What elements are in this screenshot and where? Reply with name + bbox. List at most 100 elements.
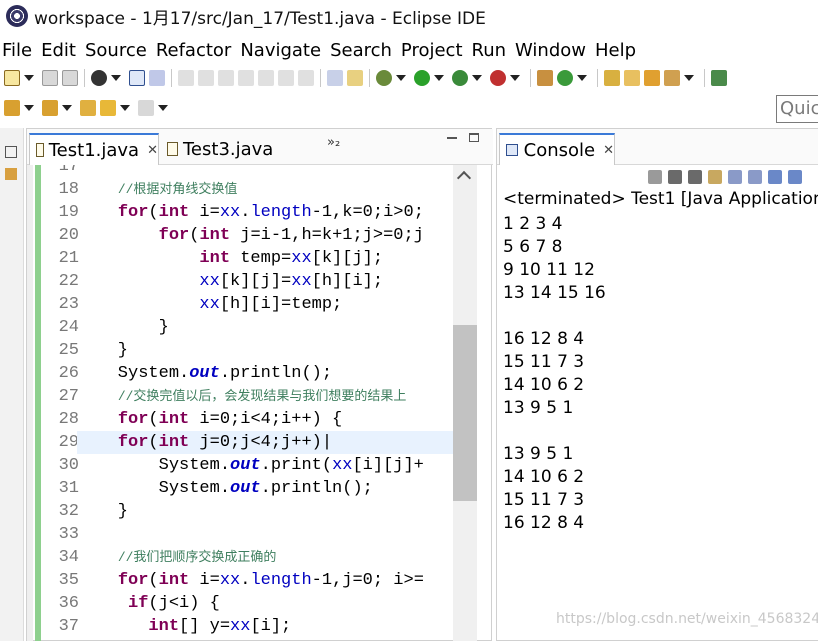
quick-access-input[interactable]: Quick Access xyxy=(776,95,818,123)
code-line[interactable]: System.out.println(); xyxy=(77,362,457,385)
code-line[interactable]: System.out.print(xx[i][j]+ xyxy=(77,454,457,477)
display-console-icon[interactable] xyxy=(788,170,802,184)
terminate-icon[interactable] xyxy=(218,70,234,86)
code-line[interactable]: for(int i=0;i<4;i++) { xyxy=(77,408,457,431)
code-line[interactable]: xx[k][j]=xx[h][i]; xyxy=(77,270,457,293)
tab-test1-java[interactable]: Test1.java ✕ xyxy=(29,133,159,165)
code-line[interactable]: for(int i=xx.length-1,j=0; i>= xyxy=(77,569,457,592)
code-line[interactable]: //我们把顺序交换成正确的 xyxy=(77,546,457,569)
code-line[interactable]: } xyxy=(77,500,457,523)
scroll-lock-icon[interactable] xyxy=(728,170,742,184)
next-annotation-icon[interactable] xyxy=(4,100,20,116)
skip-breakpoints-icon[interactable] xyxy=(149,70,165,86)
forward-dropdown-arrow[interactable] xyxy=(158,105,168,111)
menu-item-source[interactable]: Source xyxy=(83,40,154,61)
coverage-icon[interactable] xyxy=(452,70,468,86)
code-line[interactable]: if(j<i) { xyxy=(77,592,457,615)
previous-annotation-icon[interactable] xyxy=(42,100,58,116)
tab-test3-java[interactable]: Test3.java xyxy=(161,133,311,165)
clear-console-icon[interactable] xyxy=(708,170,722,184)
menu-item-file[interactable]: File xyxy=(0,40,39,61)
close-icon[interactable]: ✕ xyxy=(147,143,158,158)
terminate-icon[interactable] xyxy=(648,170,662,184)
restore-icon[interactable] xyxy=(5,146,17,158)
user-dropdown-arrow[interactable] xyxy=(111,75,121,81)
step-into-icon[interactable] xyxy=(258,70,274,86)
menu-item-project[interactable]: Project xyxy=(399,40,470,61)
new-dropdown-arrow[interactable] xyxy=(24,75,34,81)
new-icon[interactable] xyxy=(4,70,20,86)
menu-item-search[interactable]: Search xyxy=(328,40,399,61)
run-dropdown-arrow[interactable] xyxy=(434,75,444,81)
pin-console-icon[interactable] xyxy=(768,170,782,184)
debug-icon[interactable] xyxy=(376,70,392,86)
console-output[interactable]: 1 2 3 4 5 6 7 8 9 10 11 12 13 14 15 16 16 12… xyxy=(503,213,606,535)
user-icon[interactable] xyxy=(91,70,107,86)
search-dropdown-arrow[interactable] xyxy=(684,75,694,81)
coverage-dropdown-arrow[interactable] xyxy=(472,75,482,81)
code-line[interactable] xyxy=(77,165,457,178)
scrollbar-thumb[interactable] xyxy=(453,325,477,501)
code-line[interactable]: xx[h][i]=temp; xyxy=(77,293,457,316)
code-line[interactable]: System.out.println(); xyxy=(77,477,457,500)
code-line[interactable]: } xyxy=(77,339,457,362)
back-icon[interactable] xyxy=(100,100,116,116)
remove-all-terminated-icon[interactable] xyxy=(688,170,702,184)
code-line[interactable]: int[] y=xx[i]; xyxy=(77,615,457,638)
terminal-icon[interactable] xyxy=(129,70,145,86)
new-package-icon[interactable] xyxy=(537,70,553,86)
debug-dropdown-arrow[interactable] xyxy=(396,75,406,81)
new-class-dropdown-arrow[interactable] xyxy=(577,75,587,81)
refactor-icon[interactable] xyxy=(347,70,363,86)
code-line[interactable] xyxy=(77,523,457,546)
word-wrap-icon[interactable] xyxy=(748,170,762,184)
annotation-icon[interactable] xyxy=(711,70,727,86)
editor-vertical-scrollbar[interactable] xyxy=(453,165,477,641)
resume-icon[interactable] xyxy=(178,70,194,86)
back-dropdown-arrow[interactable] xyxy=(120,105,130,111)
code-line[interactable]: for(int i=xx.length-1,k=0;i>0; xyxy=(77,201,457,224)
forward-icon[interactable] xyxy=(138,100,154,116)
format-icon[interactable] xyxy=(327,70,343,86)
menu-item-edit[interactable]: Edit xyxy=(39,40,83,61)
code-line[interactable]: for(int j=0;j<4;j++)| xyxy=(77,431,457,454)
open-type-icon[interactable] xyxy=(604,70,620,86)
menu-item-help[interactable]: Help xyxy=(593,40,643,61)
source-code[interactable]: //根据对角线交换值 for(int i=xx.length-1,k=0;i>0… xyxy=(77,165,457,638)
disconnect-icon[interactable] xyxy=(238,70,254,86)
step-return-icon[interactable] xyxy=(298,70,314,86)
save-icon[interactable] xyxy=(42,70,58,86)
code-editor[interactable]: 17 18 19 20 21 22 23 24 25 26 27 28 29 30 31 32 33 34 35 36… xyxy=(27,165,493,641)
package-explorer-icon[interactable] xyxy=(5,168,17,180)
menu-item-navigate[interactable]: Navigate xyxy=(238,40,328,61)
step-over-icon[interactable] xyxy=(278,70,294,86)
minimize-icon[interactable] xyxy=(447,137,457,139)
tab-console[interactable]: Console ✕ xyxy=(499,133,615,165)
code-line[interactable]: for(int j=i-1,h=k+1;j>=0;j xyxy=(77,224,457,247)
run-icon[interactable] xyxy=(414,70,430,86)
new-class-icon[interactable] xyxy=(557,70,573,86)
scroll-up-icon[interactable] xyxy=(456,170,472,186)
external-tools-dropdown-arrow[interactable] xyxy=(510,75,520,81)
next-annotation-dropdown-arrow[interactable] xyxy=(24,105,34,111)
menu-item-window[interactable]: Window xyxy=(513,40,593,61)
search-tool-icon[interactable] xyxy=(664,70,680,86)
code-line[interactable]: //交换完值以后，会发现结果与我们想要的结果上 xyxy=(77,385,457,408)
open-folder-icon[interactable] xyxy=(624,70,640,86)
remove-launch-icon[interactable] xyxy=(668,170,682,184)
code-line[interactable]: int temp=xx[k][j]; xyxy=(77,247,457,270)
code-line[interactable]: //根据对角线交换值 xyxy=(77,178,457,201)
tab-overflow-indicator[interactable]: »₂ xyxy=(327,135,340,150)
close-icon[interactable]: ✕ xyxy=(603,143,614,158)
save-all-icon[interactable] xyxy=(62,70,78,86)
previous-annotation-dropdown-arrow[interactable] xyxy=(62,105,72,111)
last-edit-location-icon[interactable] xyxy=(80,100,96,116)
maximize-icon[interactable] xyxy=(469,133,479,142)
menu-item-refactor[interactable]: Refactor xyxy=(154,40,239,61)
external-tools-icon[interactable] xyxy=(490,70,506,86)
menu-item-run[interactable]: Run xyxy=(470,40,514,61)
open-task-icon[interactable] xyxy=(644,70,660,86)
code-line[interactable]: } xyxy=(77,316,457,339)
suspend-icon[interactable] xyxy=(198,70,214,86)
